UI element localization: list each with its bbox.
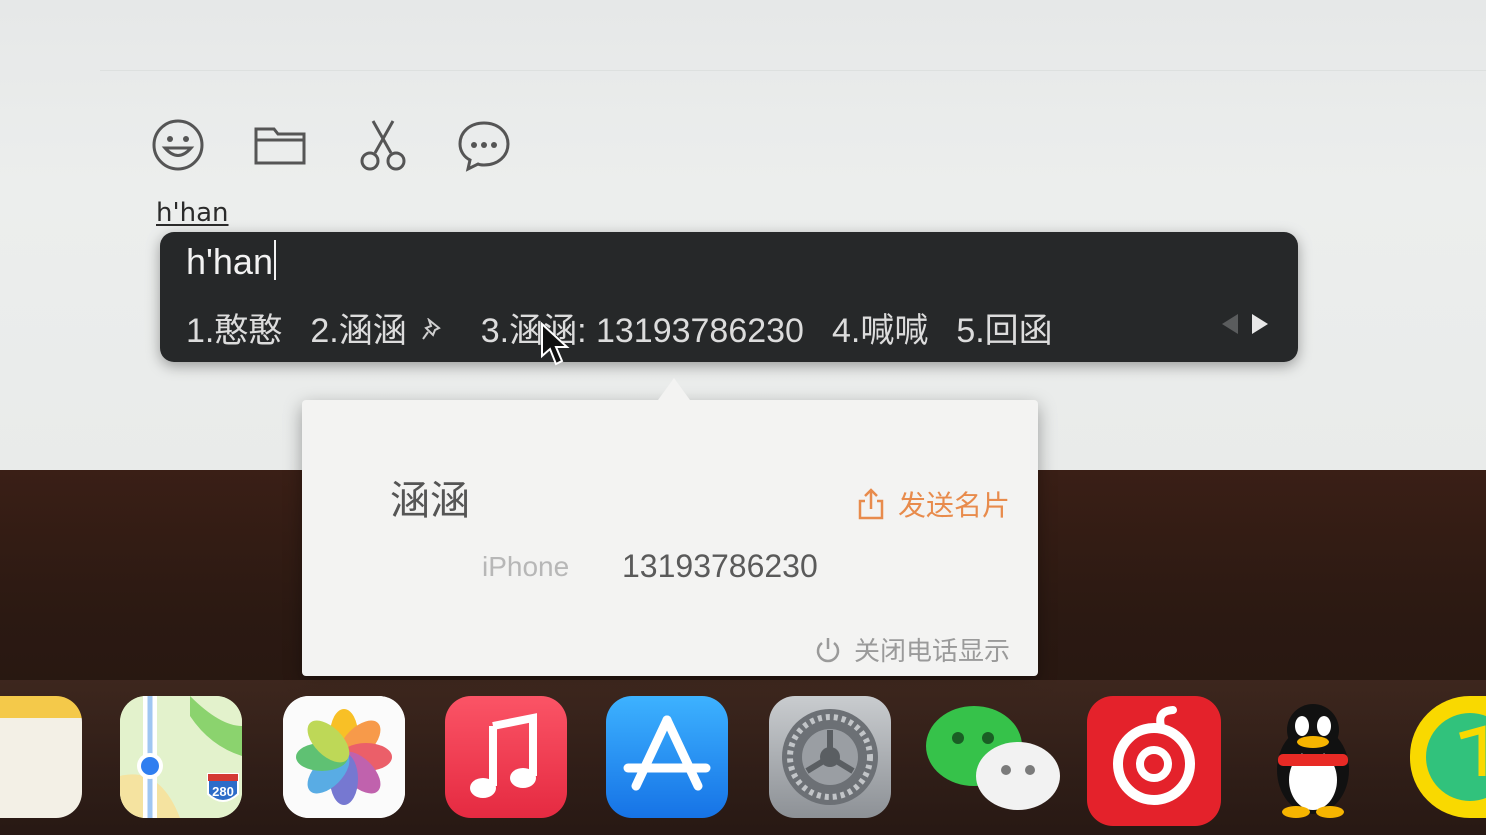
interstate-badge: 280 xyxy=(212,784,234,799)
phone-label: iPhone xyxy=(482,550,570,582)
scissors-icon[interactable] xyxy=(353,115,413,175)
notes-icon[interactable] xyxy=(0,696,82,818)
contact-name: 涵涵 xyxy=(390,478,470,524)
power-icon xyxy=(816,637,840,662)
candidate-2[interactable]: 2.涵涵 xyxy=(310,303,406,352)
ime-input-line: h'han xyxy=(186,240,276,283)
previous-page-icon[interactable] xyxy=(1222,314,1238,334)
qq-icon[interactable] xyxy=(1258,696,1368,818)
close-display-label: 关闭电话显示 xyxy=(853,637,1010,667)
send-card-label: 发送名片 xyxy=(897,489,1010,522)
music-icon[interactable] xyxy=(445,696,567,818)
qq-music-icon[interactable] xyxy=(1410,696,1486,818)
maps-icon[interactable]: 280 xyxy=(120,696,242,818)
mouse-pointer-icon xyxy=(541,322,570,366)
phone-row: iPhone 13193786230 xyxy=(482,548,818,585)
candidate-4[interactable]: 4.喊喊 xyxy=(832,303,928,352)
candidate-3[interactable]: 3.涵涵: 13193786230 xyxy=(481,303,804,352)
ime-input-text: h'han xyxy=(186,241,273,282)
emoji-icon[interactable] xyxy=(148,115,208,175)
popover-notch xyxy=(658,378,690,400)
pin-icon[interactable] xyxy=(421,314,443,340)
close-phone-display-button[interactable]: 关闭电话显示 xyxy=(814,631,1010,668)
contact-card-popover: 涵涵 发送名片 iPhone 13193786230 关闭电话显示 xyxy=(302,378,1038,676)
phone-number[interactable]: 13193786230 xyxy=(622,548,818,585)
send-card-button[interactable]: 发送名片 xyxy=(856,484,1010,524)
dock: 280 xyxy=(0,680,1486,835)
ime-candidate-panel: h'han 1.憨憨 2.涵涵 3.涵涵: 13193786230 4.喊喊 5… xyxy=(160,232,1298,362)
folder-icon[interactable] xyxy=(250,115,310,175)
system-preferences-icon[interactable] xyxy=(769,696,891,818)
next-page-icon[interactable] xyxy=(1252,314,1268,334)
share-icon xyxy=(858,488,884,520)
candidate-list: 1.憨憨 2.涵涵 3.涵涵: 13193786230 4.喊喊 5.回函 xyxy=(186,304,1081,350)
netease-music-icon[interactable] xyxy=(1087,696,1221,826)
candidate-5[interactable]: 5.回函 xyxy=(956,303,1052,352)
candidate-1[interactable]: 1.憨憨 xyxy=(186,303,282,352)
divider xyxy=(100,70,1486,71)
composition-text: h'han xyxy=(156,198,229,228)
photos-icon[interactable] xyxy=(283,696,405,818)
wechat-icon[interactable] xyxy=(920,696,1062,818)
chat-bubble-icon[interactable] xyxy=(454,115,514,175)
candidate-pager xyxy=(1222,314,1268,334)
app-store-icon[interactable] xyxy=(606,696,728,818)
text-caret xyxy=(273,240,276,280)
